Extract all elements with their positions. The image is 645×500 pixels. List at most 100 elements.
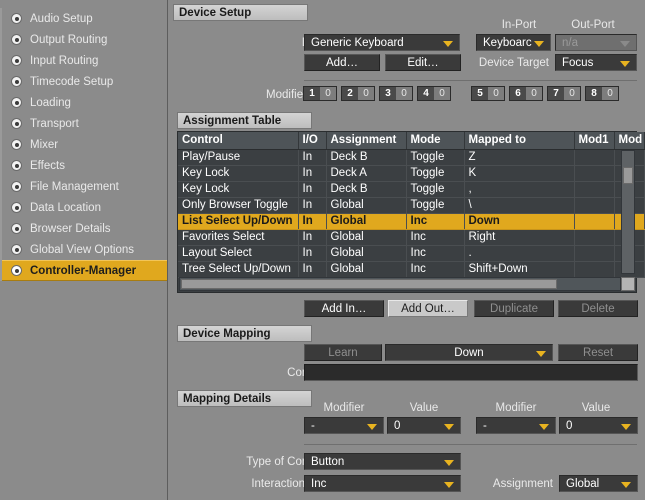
table-cell-mod1	[574, 229, 615, 246]
table-row[interactable]: Key Lock In Deck B Toggle,	[178, 181, 645, 198]
table-cell-mode: Inc	[406, 229, 465, 246]
horizontal-scroll-thumb[interactable]	[181, 279, 557, 289]
sidebar-item-label: Global View Options	[30, 243, 134, 256]
binding-dropdown[interactable]: Down	[385, 344, 553, 361]
table-cell-mapped-to: Shift+Down	[464, 261, 575, 278]
table-cell-mod1	[574, 149, 615, 166]
assignment-label: Assignment	[492, 478, 553, 490]
sidebar-item-mixer[interactable]: Mixer	[2, 134, 167, 155]
table-cell-mode: Toggle	[406, 149, 465, 166]
delete-label: Delete	[581, 302, 615, 315]
table-row[interactable]: List Select Up/Down In Global Inc Down	[178, 213, 645, 230]
table-cell-mode: Inc	[406, 261, 465, 278]
sidebar-item-browser-details[interactable]: Browser Details	[2, 218, 167, 239]
modifier-state-5[interactable]: 50	[471, 86, 505, 101]
modifier-state-6[interactable]: 60	[509, 86, 543, 101]
modifier-value: 0	[320, 87, 336, 100]
sidebar-item-data-location[interactable]: Data Location	[2, 197, 167, 218]
type-of-controller-value: Button	[311, 455, 345, 468]
modifier-state-4[interactable]: 40	[417, 86, 451, 101]
edit-device-button[interactable]: Edit…	[385, 54, 461, 71]
in-port-dropdown[interactable]: Keyboarc	[476, 34, 551, 51]
table-column-header[interactable]: Mod1	[574, 132, 615, 150]
interaction-mode-dropdown[interactable]: Inc	[304, 475, 461, 492]
assignment-dropdown[interactable]: Global	[559, 475, 638, 492]
radio-icon	[11, 13, 22, 24]
mapping-details-divider	[304, 444, 637, 445]
type-of-controller-dropdown[interactable]: Button	[304, 453, 461, 470]
sidebar-item-label: Data Location	[30, 201, 101, 214]
sidebar-item-global-view-options[interactable]: Global View Options	[2, 239, 167, 260]
sidebar-item-input-routing[interactable]: Input Routing	[2, 50, 167, 71]
delete-button[interactable]: Delete	[558, 300, 638, 317]
table-horizontal-scrollbar[interactable]	[179, 277, 621, 291]
modifier-number: 1	[304, 87, 320, 100]
table-column-header[interactable]: Assignment	[326, 132, 407, 150]
modifier1-dropdown[interactable]: -	[304, 417, 384, 434]
value1-dropdown[interactable]: 0	[387, 417, 461, 434]
table-row[interactable]: Layout Select In Global Inc.	[178, 245, 645, 262]
table-vertical-scrollbar[interactable]	[621, 150, 635, 274]
table-column-header[interactable]: Mode	[406, 132, 465, 150]
duplicate-button[interactable]: Duplicate	[474, 300, 554, 317]
modifier2-dropdown[interactable]: -	[476, 417, 556, 434]
modifier-state-8[interactable]: 80	[585, 86, 619, 101]
table-column-header[interactable]: Control	[178, 132, 299, 150]
sidebar-item-timecode-setup[interactable]: Timecode Setup	[2, 71, 167, 92]
learn-label: Learn	[328, 346, 358, 359]
table-cell-mapped-to: Right	[464, 229, 575, 246]
table-column-header[interactable]: Mod	[614, 132, 645, 150]
add-in-button[interactable]: Add In…	[304, 300, 384, 317]
modifier-number: 5	[472, 87, 488, 100]
sidebar-item-loading[interactable]: Loading	[2, 92, 167, 113]
sidebar-item-file-management[interactable]: File Management	[2, 176, 167, 197]
table-column-header[interactable]: I/O	[298, 132, 327, 150]
table-cell-assignment: Deck B	[326, 149, 407, 166]
table-cell-control: Only Browser Toggle	[178, 197, 299, 214]
table-row[interactable]: Key Lock In Deck A Toggle K	[178, 165, 645, 182]
table-column-header[interactable]: Mapped to	[464, 132, 575, 150]
table-cell-io: In	[298, 213, 327, 230]
table-cell-assignment: Deck B	[326, 181, 407, 198]
modifier-value: 0	[396, 87, 412, 100]
table-cell-assignment: Global	[326, 229, 407, 246]
table-cell-io: In	[298, 229, 327, 246]
table-cell-control: Favorites Select	[178, 229, 299, 246]
add-device-button[interactable]: Add…	[304, 54, 380, 71]
table-row[interactable]: Play/Pause In Deck B Toggle Z	[178, 149, 645, 166]
table-cell-assignment: Global	[326, 197, 407, 214]
section-title-device-setup: Device Setup	[179, 6, 252, 19]
sidebar-item-output-routing[interactable]: Output Routing	[2, 29, 167, 50]
table-cell-control: Key Lock	[178, 165, 299, 182]
table-cell-io: In	[298, 181, 327, 198]
duplicate-label: Duplicate	[490, 302, 538, 315]
device-target-dropdown[interactable]: Focus	[555, 54, 637, 71]
comment-input[interactable]	[304, 364, 638, 381]
modifier-state-1[interactable]: 10	[303, 86, 337, 101]
assignment-table-container[interactable]: Control I/O Assignment Mode Mapped to Mod1 Mod…	[177, 131, 645, 293]
device-dropdown[interactable]: Generic Keyboard	[304, 34, 460, 51]
sidebar-item-audio-setup[interactable]: Audio Setup	[2, 8, 167, 29]
vertical-scroll-thumb[interactable]	[623, 167, 633, 184]
modifier-value: 0	[564, 87, 580, 100]
sidebar-item-controller-manager[interactable]: Controller-Manager	[2, 260, 167, 281]
sidebar-item-list: Audio Setup Output Routing Input Routing Ti…	[0, 8, 167, 281]
reset-button[interactable]: Reset	[558, 344, 638, 361]
out-port-dropdown[interactable]: n/a	[555, 34, 637, 51]
sidebar-item-label: Mixer	[30, 138, 59, 151]
sidebar-item-transport[interactable]: Transport	[2, 113, 167, 134]
table-cell-mod1	[574, 165, 615, 182]
table-cell-mode: Inc	[406, 245, 465, 262]
modifier-state-2[interactable]: 20	[341, 86, 375, 101]
learn-button[interactable]: Learn	[304, 344, 382, 361]
reset-label: Reset	[582, 346, 614, 359]
value2-dropdown[interactable]: 0	[559, 417, 638, 434]
table-row[interactable]: Only Browser Toggle In Global Toggle \	[178, 197, 645, 214]
add-out-button[interactable]: Add Out…	[388, 300, 468, 317]
table-row[interactable]: Tree Select Up/Down In Global Inc Shift+Down	[178, 261, 645, 278]
table-row[interactable]: Favorites Select In Global Inc Right	[178, 229, 645, 246]
modifier-state-3[interactable]: 30	[379, 86, 413, 101]
sidebar-item-effects[interactable]: Effects	[2, 155, 167, 176]
sidebar-item-label: File Management	[30, 180, 119, 193]
modifier-state-7[interactable]: 70	[547, 86, 581, 101]
